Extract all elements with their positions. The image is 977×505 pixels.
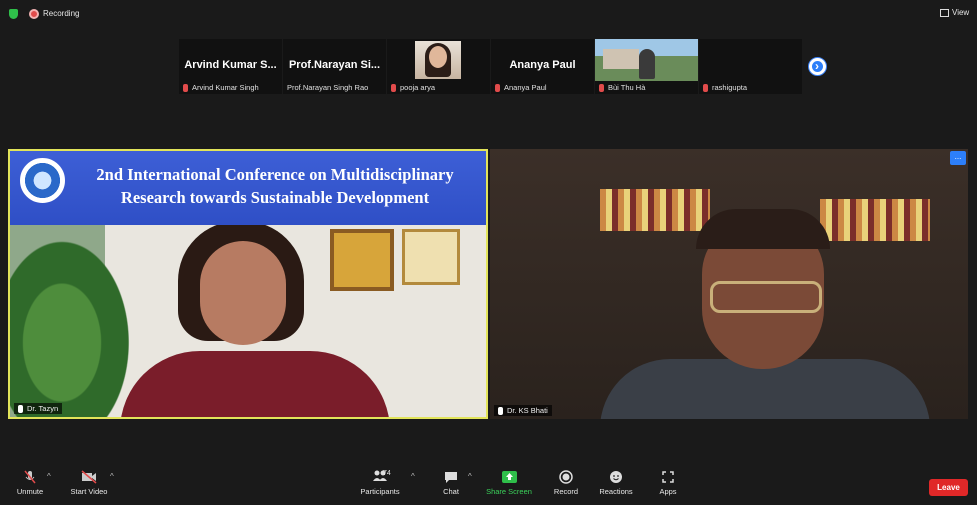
speaker-face-image [200,241,286,345]
video-options-chevron-icon[interactable]: ^ [110,472,114,481]
books-image [600,189,710,231]
muted-mic-icon [391,84,396,92]
participant-name-label: Prof.Narayan Singh Rao [287,83,369,92]
reactions-button[interactable]: Reactions [598,470,634,496]
muted-mic-icon [495,84,500,92]
pin-icon [498,407,503,415]
chat-button[interactable]: Chat [440,470,462,496]
plant-image [10,225,140,417]
participants-options-chevron-icon[interactable]: ^ [411,472,415,481]
leave-meeting-button[interactable]: Leave [929,479,968,496]
muted-mic-icon [183,84,188,92]
participant-name-label: pooja arya [391,83,435,92]
participant-name-label: Ananya Paul [495,83,547,92]
meeting-controls-toolbar: Unmute ^ Start Video ^ 74 Participants ^… [0,470,977,505]
participant-video-image [415,41,461,79]
participants-button[interactable]: 74 Participants [358,470,402,496]
participant-name-label: Arvind Kumar Singh [183,83,259,92]
conference-title: 2nd International Conference on Multidis… [96,165,454,207]
recording-label: Recording [43,9,80,18]
muted-mic-icon [599,84,604,92]
participant-display-name: Arvind Kumar S... [184,59,277,71]
video-off-icon [81,470,97,484]
meeting-top-bar: Recording View [0,0,977,28]
video-tile-active-speaker[interactable]: 2nd International Conference on Multidis… [8,149,488,419]
muted-microphone-icon [24,470,36,484]
chat-bubble-icon [445,472,457,483]
conference-globe-logo-icon [20,158,65,203]
next-page-arrow-icon[interactable]: › [808,57,827,76]
participant-video-image [595,39,698,81]
record-icon [559,470,573,484]
start-video-button[interactable]: Start Video [68,470,110,496]
books-image [820,199,930,241]
video-tile[interactable]: ... Dr. KS Bhati [490,149,968,419]
more-options-icon[interactable]: ... [950,151,966,165]
participant-display-name: Prof.Narayan Si... [288,59,381,71]
video-tile-name-label: Dr. Tazyn [14,402,63,414]
wall-frame-image [402,229,460,285]
participant-thumbnail-strip: Arvind Kumar S... Arvind Kumar Singh Pro… [179,39,803,94]
security-shield-icon[interactable] [9,9,18,19]
participant-name-label: rashigupta [703,83,747,92]
share-screen-icon [501,471,517,483]
chat-options-chevron-icon[interactable]: ^ [468,472,472,481]
view-button-label[interactable]: View [952,8,969,17]
participant-count: 74 [383,470,391,477]
unmute-button[interactable]: Unmute [14,470,46,496]
participant-name-label: Bùi Thu Hà [599,83,645,92]
participant-thumbnail[interactable]: Bùi Thu Hà [595,39,698,94]
share-screen-button[interactable]: Share Screen [486,470,532,496]
participant-thumbnail[interactable]: Ananya Paul Ananya Paul [491,39,594,94]
participant-thumbnail[interactable]: pooja arya [387,39,490,94]
participant-thumbnail[interactable]: rashigupta [699,39,802,94]
video-tile-name-label: Dr. KS Bhati [494,404,552,416]
wall-frame-image [330,229,394,291]
glasses-image [710,281,822,313]
smiley-reaction-icon [610,471,622,483]
apps-button[interactable]: Apps [656,470,680,496]
record-button[interactable]: Record [553,470,579,496]
speaker-body-image [120,351,390,417]
participant-thumbnail[interactable]: Prof.Narayan Si... Prof.Narayan Singh Ra… [283,39,386,94]
apps-icon [662,471,674,483]
view-grid-icon[interactable] [940,9,949,17]
audio-options-chevron-icon[interactable]: ^ [47,472,51,481]
recording-icon [29,9,39,19]
participant-thumbnail[interactable]: Arvind Kumar S... Arvind Kumar Singh [179,39,282,94]
participant-display-name: Ananya Paul [509,59,576,71]
speaker-hair-image [696,209,830,249]
conference-banner: 2nd International Conference on Multidis… [10,151,486,225]
muted-mic-icon [703,84,708,92]
pin-icon [18,405,23,413]
